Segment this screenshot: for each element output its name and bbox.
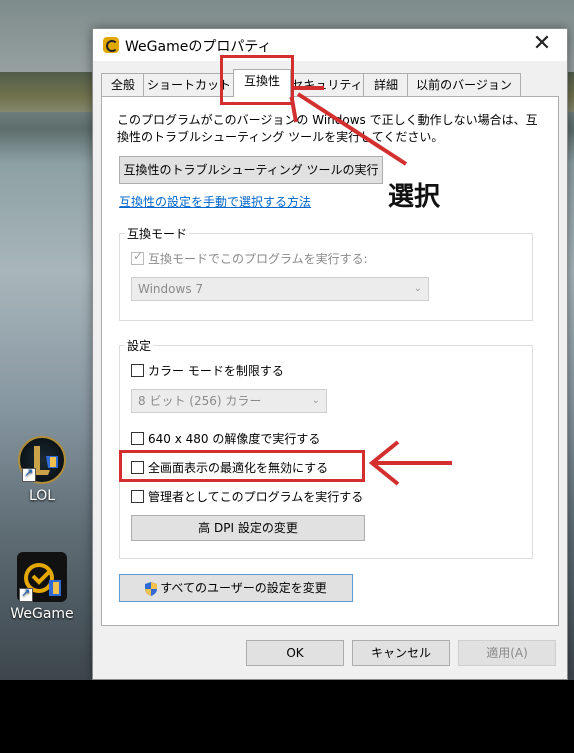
chevron-down-icon: ⌄ [311, 395, 320, 406]
compat-os-select-value: Windows 7 [138, 282, 204, 296]
desktop-icon-label: LOL [28, 488, 56, 504]
shortcut-arrow-icon [19, 586, 33, 602]
resolution-label: 640 x 480 の解像度で実行する [148, 432, 321, 446]
checkbox-box [131, 490, 144, 503]
lol-icon [18, 436, 66, 484]
run-as-admin-label: 管理者としてこのプログラムを実行する [148, 490, 364, 504]
settings-group-label: 設定 [125, 337, 154, 354]
uac-shield-icon [145, 581, 158, 596]
color-mode-label: カラー モードを制限する [148, 364, 284, 378]
tab-previous-versions[interactable]: 以前のバージョン [407, 73, 521, 96]
checkbox-box: ✓ [131, 249, 144, 265]
dialog-title: WeGameのプロパティ [125, 39, 272, 55]
apply-button[interactable]: 適用(A) [458, 640, 556, 666]
manual-settings-link[interactable]: 互換性の設定を手動で選択する方法 [119, 193, 311, 210]
cancel-button[interactable]: キャンセル [352, 640, 450, 666]
compat-mode-group-label: 互換モード [125, 225, 190, 242]
chevron-down-icon: ⌄ [413, 283, 422, 294]
resolution-checkbox[interactable]: 640 x 480 の解像度で実行する [131, 430, 320, 447]
wegame-icon [17, 552, 67, 602]
arrow-to-tab-icon [287, 86, 408, 166]
ok-button[interactable]: OK [246, 640, 344, 666]
all-users-settings-button[interactable]: すべてのユーザーの設定を変更 [119, 574, 353, 602]
select-callout: 選択 [388, 182, 441, 212]
compat-os-select[interactable]: Windows 7 ⌄ [131, 277, 429, 301]
color-mode-checkbox[interactable]: カラー モードを制限する [131, 362, 284, 379]
wegame-app-icon [103, 37, 119, 53]
color-depth-select[interactable]: 8 ビット (256) カラー ⌄ [131, 389, 327, 413]
color-depth-select-value: 8 ビット (256) カラー [138, 394, 262, 408]
all-users-button-label: すべてのユーザーの設定を変更 [160, 581, 327, 595]
desktop-icon-lol[interactable]: LOL [4, 436, 80, 504]
checkmark-icon: ✓ [133, 249, 144, 263]
compat-mode-checkbox-label: 互換モードでこのプログラムを実行する: [148, 252, 368, 266]
desktop-icon-wegame[interactable]: WeGame [4, 552, 80, 622]
shortcut-arrow-icon [22, 466, 36, 482]
compat-mode-checkbox[interactable]: ✓ 互換モードでこのプログラムを実行する: [131, 249, 368, 267]
tab-general[interactable]: 全般 [101, 73, 145, 96]
high-dpi-button[interactable]: 高 DPI 設定の変更 [131, 515, 365, 541]
desktop-icon-label: WeGame [10, 606, 74, 622]
tab-compatibility[interactable]: 互換性 [233, 69, 291, 97]
checkbox-box [131, 432, 144, 445]
checkbox-box [131, 364, 144, 377]
bottom-black-bar [0, 680, 574, 753]
fullscreen-option-highlight-box [119, 450, 365, 482]
arrow-to-option-icon [368, 440, 452, 486]
close-icon[interactable]: ✕ [527, 31, 557, 56]
titlebar: WeGameのプロパティ ✕ [93, 29, 567, 61]
run-as-admin-checkbox[interactable]: 管理者としてこのプログラムを実行する [131, 488, 363, 505]
